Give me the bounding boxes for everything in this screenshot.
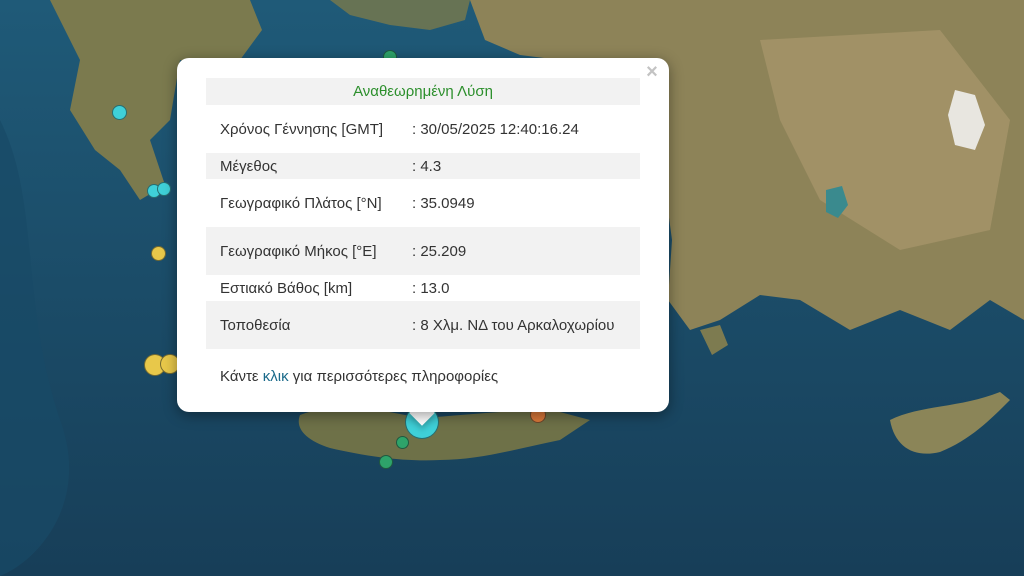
earthquake-marker[interactable] — [112, 105, 127, 120]
info-label: Χρόνος Γέννησης [GMT] — [220, 120, 384, 138]
earthquake-marker[interactable] — [151, 246, 166, 261]
info-value: : 8 Χλμ. ΝΔ του Αρκαλοχωρίου — [402, 301, 640, 349]
earthquake-info-table: Αναθεωρημένη Λύση Χρόνος Γέννησης [GMT] … — [206, 78, 640, 349]
close-icon[interactable]: × — [643, 62, 661, 82]
info-row-magnitude: Μέγεθος : 4.3 — [206, 153, 640, 179]
earthquake-marker[interactable] — [396, 436, 409, 449]
info-value: : 30/05/2025 12:40:16.24 — [412, 120, 579, 138]
earthquake-popup: × Αναθεωρημένη Λύση Χρόνος Γέννησης [GMT… — [177, 58, 669, 412]
info-value: : 13.0 — [412, 279, 450, 297]
info-value: : 35.0949 — [412, 194, 475, 212]
info-row-longitude: Γεωγραφικό Μήκος [°E] : 25.209 — [206, 227, 640, 275]
more-info-prefix: Κάντε — [220, 368, 263, 385]
info-label: Τοποθεσία — [206, 301, 402, 349]
info-row-latitude: Γεωγραφικό Πλάτος [°N] : 35.0949 — [206, 179, 640, 227]
earthquake-marker[interactable] — [379, 455, 393, 469]
info-value: : 25.209 — [402, 227, 640, 275]
info-label: Γεωγραφικό Μήκος [°E] — [206, 227, 402, 275]
earthquake-marker[interactable] — [157, 182, 171, 196]
info-row-origin-time: Χρόνος Γέννησης [GMT] : 30/05/2025 12:40… — [206, 105, 640, 153]
info-row-depth: Εστιακό Βάθος [km] : 13.0 — [206, 275, 640, 301]
more-info-link[interactable]: κλικ — [263, 368, 289, 385]
info-label: Εστιακό Βάθος [km] — [220, 279, 353, 297]
more-info-text: Κάντε κλικ για περισσότερες πληροφορίες — [220, 368, 498, 385]
info-label: Μέγεθος — [206, 153, 402, 179]
info-row-location: Τοποθεσία : 8 Χλμ. ΝΔ του Αρκαλοχωρίου — [206, 301, 640, 349]
more-info-suffix: για περισσότερες πληροφορίες — [288, 368, 499, 385]
info-value: : 4.3 — [402, 153, 640, 179]
popup-title: Αναθεωρημένη Λύση — [206, 78, 640, 105]
info-label: Γεωγραφικό Πλάτος [°N] — [220, 194, 382, 212]
